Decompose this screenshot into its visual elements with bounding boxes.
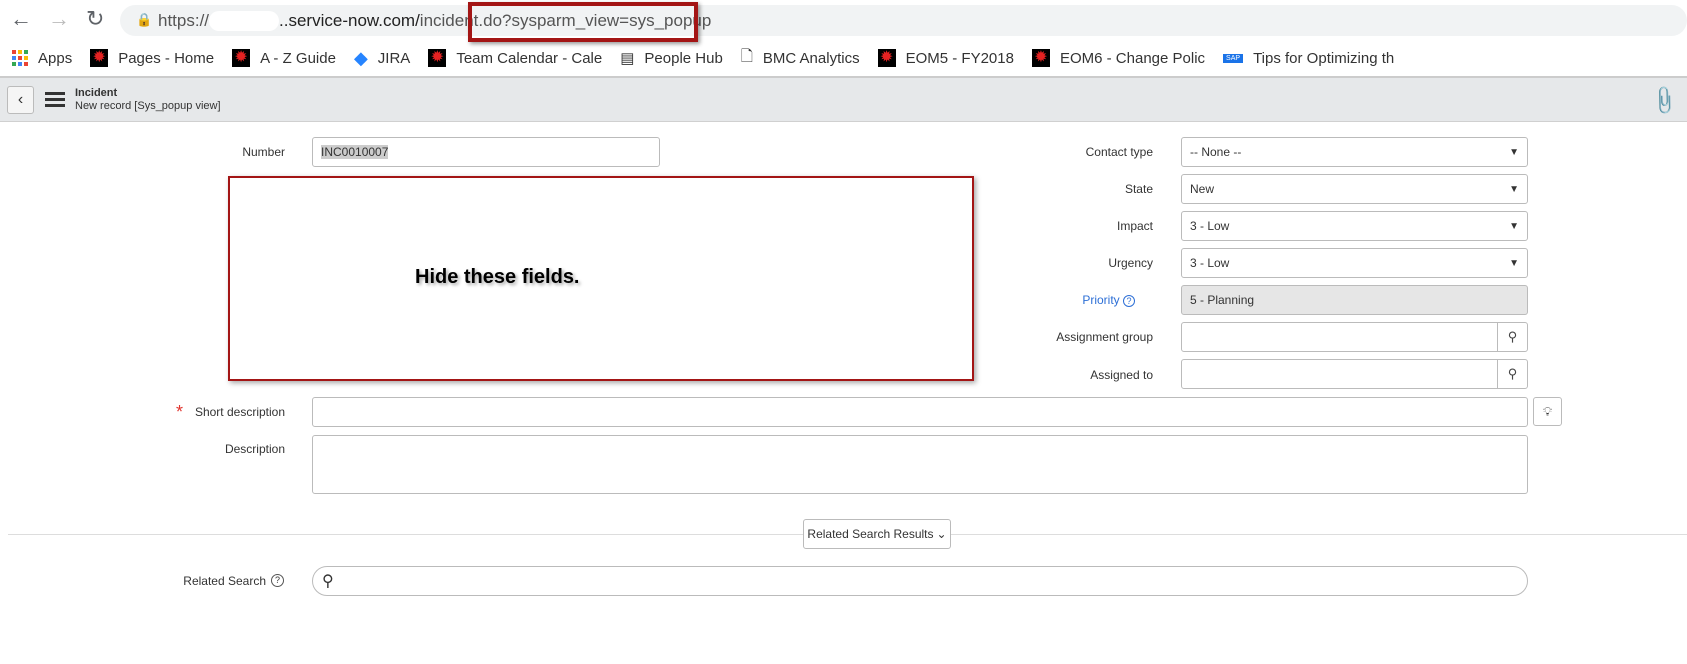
redacted-region [209,10,280,31]
header-subtitle: New record [Sys_popup view] [75,100,221,112]
menu-icon[interactable] [45,92,65,107]
url-host: ..service-now.com/ [279,10,420,30]
related-results-label: Related Search Results [807,527,934,541]
assignment-group-label: Assignment group [1056,330,1153,344]
bookmark-item[interactable]: ✹ Pages - Home [90,49,214,67]
bookmark-item[interactable]: ▤ People Hub [620,49,723,68]
assignment-group-input[interactable]: ⚲ [1181,322,1528,352]
back-arrow-icon[interactable]: ← [10,6,32,32]
bookmark-label: EOM6 - Change Polic [1059,49,1206,67]
bookmark-item[interactable]: ✹ EOM6 - Change Polic [1031,49,1206,67]
header-title: Incident [75,87,118,99]
impact-value: 3 - Low [1190,219,1230,233]
form-header [0,78,1687,122]
priority-value: 5 - Planning [1190,293,1255,307]
bookmark-label: Team Calendar - Cale [456,49,603,67]
bookmark-label: People Hub [644,49,723,67]
assigned-to-input[interactable]: ⚲ [1181,359,1528,389]
state-label: State [1124,182,1153,196]
sap-icon: SAP [1223,53,1253,63]
priority-label-text: Priority [1082,293,1120,307]
document-icon: ▤ [620,50,635,67]
bookmark-label: JIRA [377,49,411,67]
search-icon: ⚲ [322,573,334,590]
urgency-label: Urgency [1108,256,1153,270]
red-star-icon: ✹ [877,49,906,67]
number-value: INC0010007 [321,145,389,159]
description-label: Description [224,442,285,456]
contact-type-select[interactable]: -- None -- [1181,137,1528,167]
apps-grid-icon [12,50,38,66]
impact-label: Impact [1116,219,1153,233]
bookmark-item[interactable]: ✹ Team Calendar - Cale [428,49,602,67]
annotation-box: Hide these fields. [228,176,974,381]
bookmark-item[interactable]: ◆ JIRA [354,48,410,69]
red-star-icon: ✹ [428,49,456,67]
jira-icon: ◆ [353,47,368,68]
bookmark-label: A - Z Guide [260,49,336,67]
bookmark-item[interactable]: SAP Tips for Optimizing th [1223,50,1394,67]
bookmark-label: EOM5 - FY2018 [905,49,1014,67]
contact-type-label: Contact type [1085,145,1153,159]
back-button[interactable]: ‹ [7,86,34,114]
impact-select[interactable]: 3 - Low [1181,211,1528,241]
help-icon[interactable]: ? [1123,295,1135,307]
lock-icon: 🔒 [136,12,153,27]
forward-arrow-icon[interactable]: → [48,6,70,32]
page-icon: 🗋 [740,47,753,65]
lightbulb-button[interactable]: 💡︎ [1533,397,1562,426]
bookmarks-bar: Apps ✹ Pages - Home ✹ A - Z Guide ◆ JIRA ✹ Team … [0,42,1687,74]
search-icon[interactable]: ⚲ [1497,323,1527,351]
short-description-input[interactable] [312,397,1528,427]
address-bar[interactable]: 🔒 https:// ..service-now.com/ incident.d… [120,5,1687,36]
state-select[interactable]: New [1181,174,1528,204]
url-highlight-box [468,2,698,42]
reload-icon[interactable]: ↻ [86,6,104,32]
url-scheme: https:// [158,10,210,30]
related-search-input[interactable]: ⚲ [312,566,1528,596]
urgency-select[interactable]: 3 - Low [1181,248,1528,278]
number-label: Number [242,145,285,159]
bookmark-item[interactable]: 🗋 BMC Analytics [741,46,860,71]
priority-field: 5 - Planning [1181,285,1528,315]
assigned-to-label: Assigned to [1090,368,1153,382]
chevron-down-icon: ⌄ [936,527,947,541]
description-textarea[interactable] [312,435,1528,494]
bookmark-item[interactable]: Apps [12,50,72,67]
search-icon[interactable]: ⚲ [1497,360,1527,388]
bookmark-label: Apps [38,49,73,67]
short-description-label: Short description [194,405,285,419]
red-star-icon: ✹ [90,49,118,67]
bookmark-label: BMC Analytics [762,49,860,67]
bookmark-item[interactable]: ✹ A - Z Guide [232,49,336,67]
related-search-results-button[interactable]: Related Search Results ⌄ [803,519,951,549]
priority-label[interactable]: Priority ? [935,293,1135,307]
lightbulb-icon: 💡︎ [1542,404,1553,419]
state-value: New [1190,182,1215,196]
number-input[interactable]: INC0010007 [312,137,660,167]
contact-type-value: -- None -- [1190,145,1242,159]
help-icon[interactable]: ? [271,574,284,587]
red-star-icon: ✹ [232,49,260,67]
bookmark-label: Tips for Optimizing th [1253,49,1395,67]
urgency-value: 3 - Low [1190,256,1230,270]
red-star-icon: ✹ [1031,49,1060,67]
bookmark-item[interactable]: ✹ EOM5 - FY2018 [877,49,1014,67]
bookmark-label: Pages - Home [118,49,215,67]
related-search-label: Related Search [183,574,266,588]
annotation-text: Hide these fields. [415,266,580,288]
